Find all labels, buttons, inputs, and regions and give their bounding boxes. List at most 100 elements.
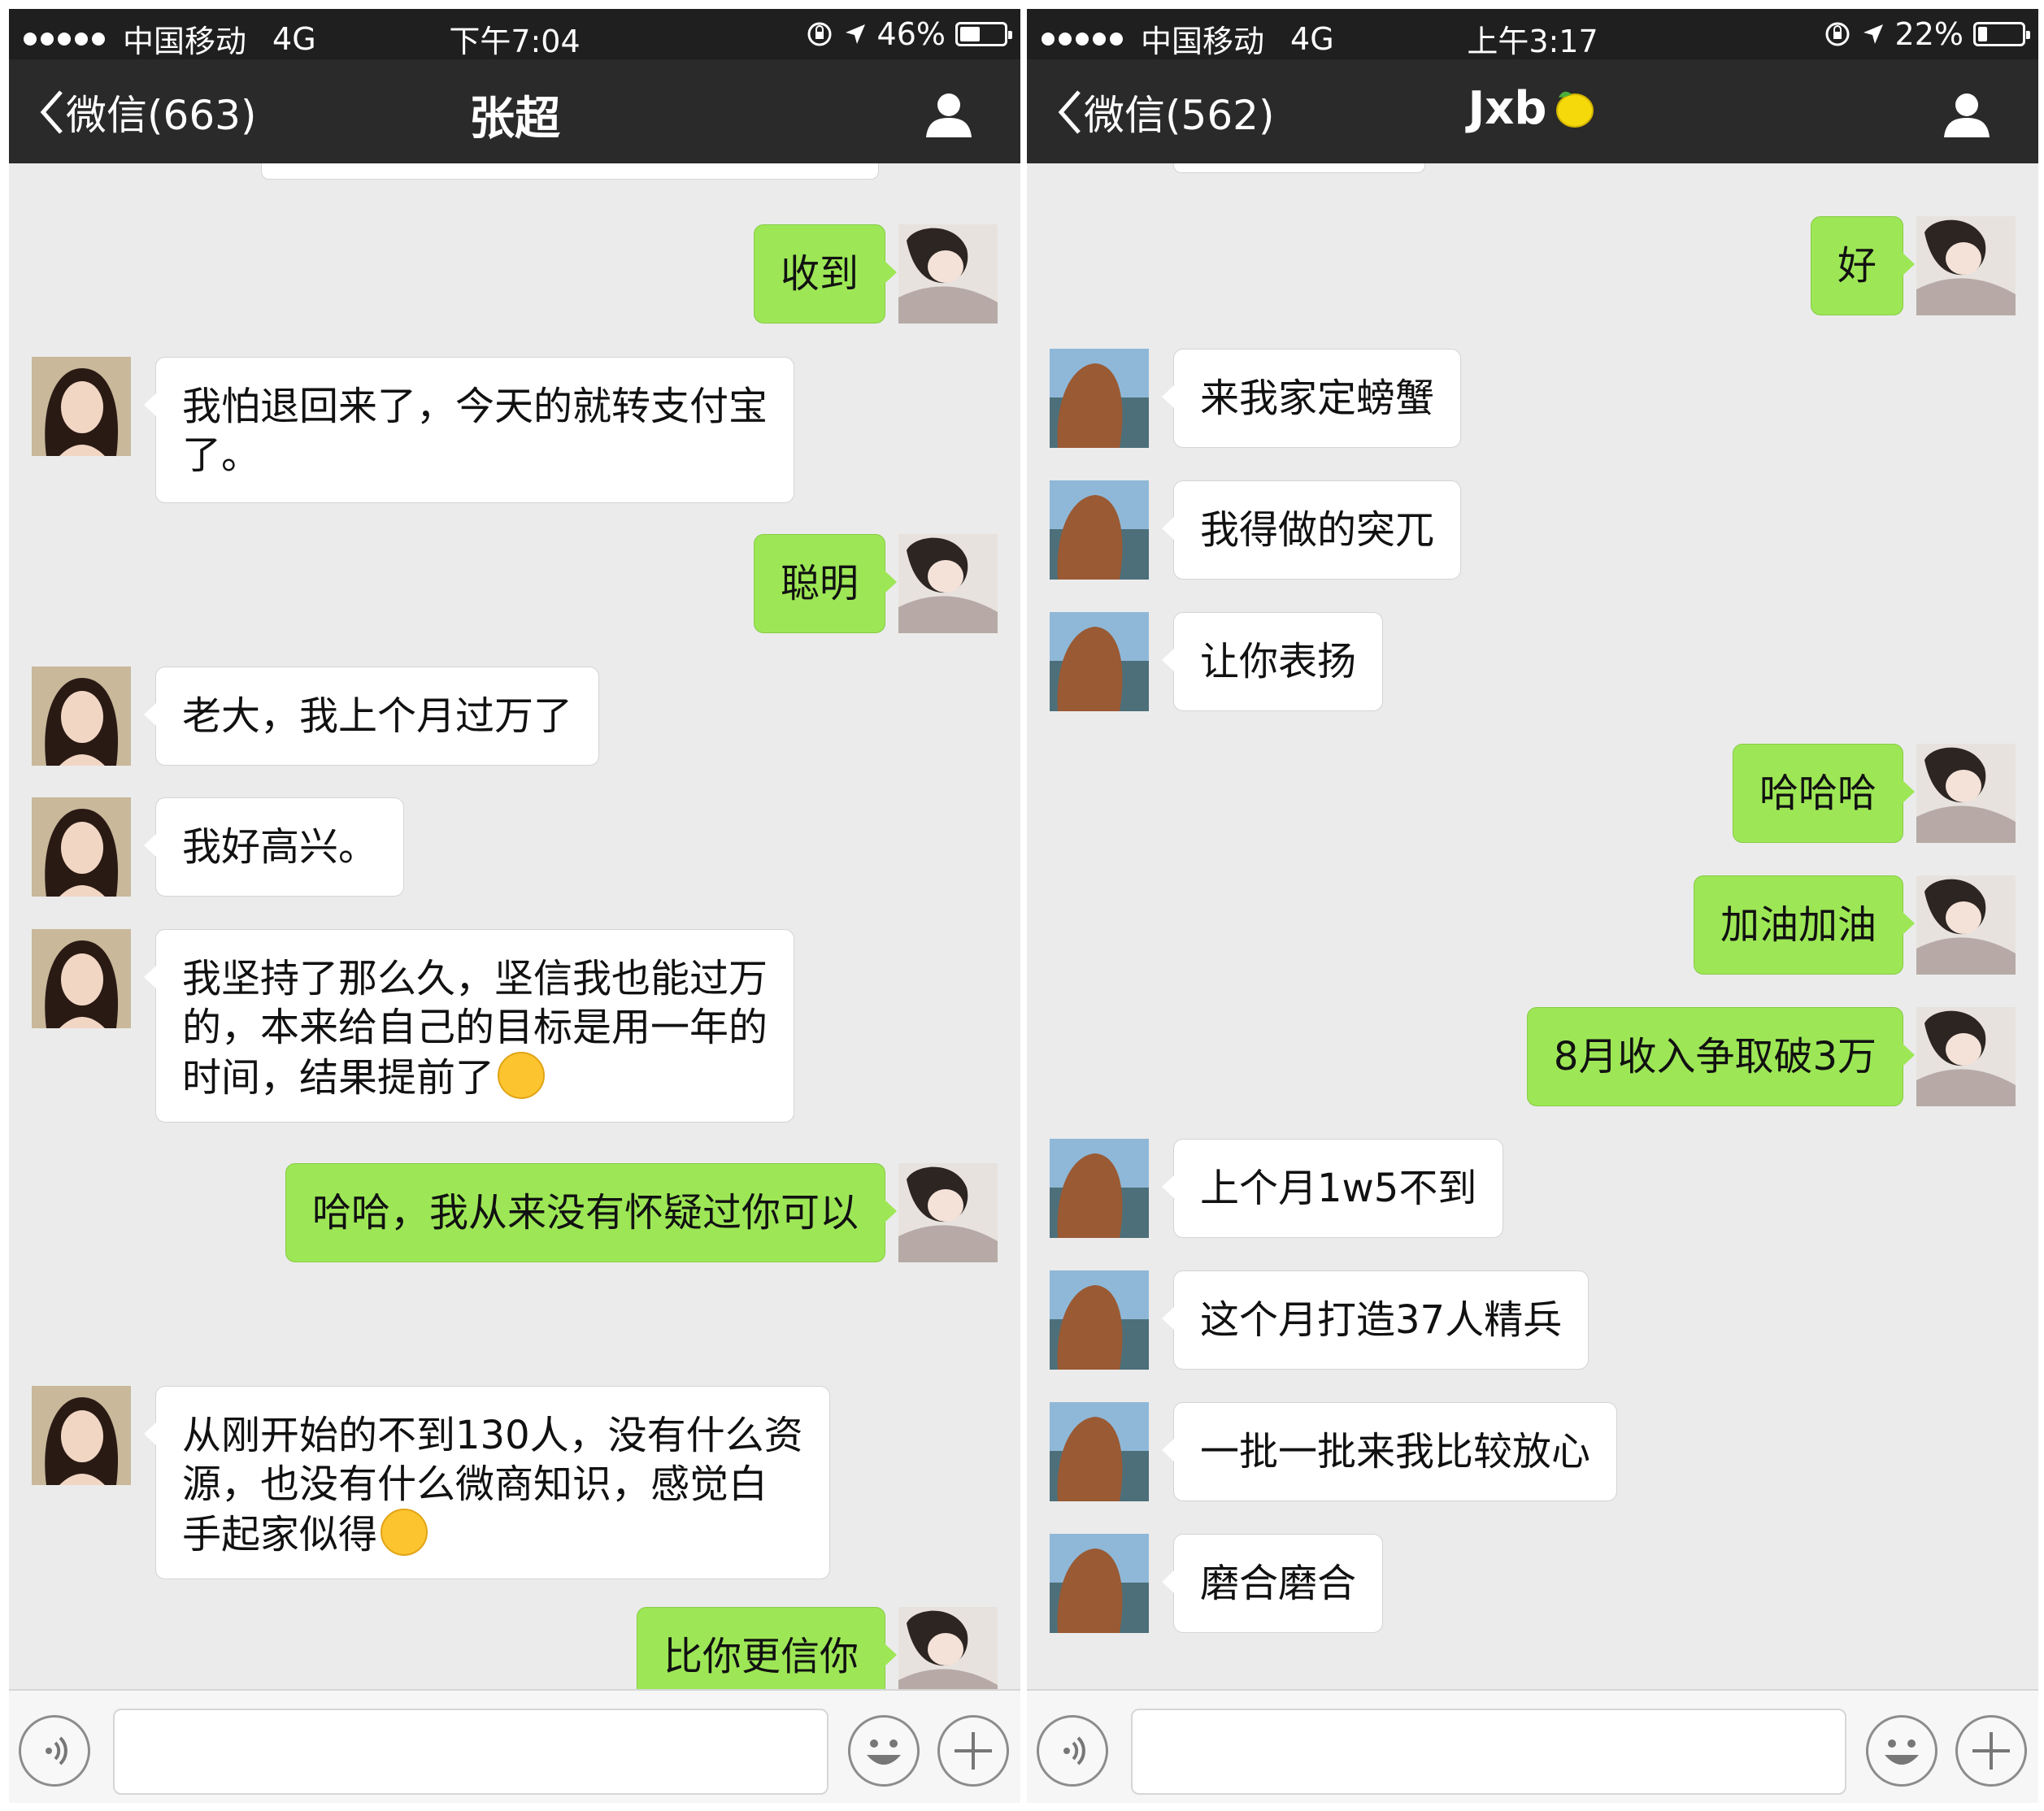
contact-avatar[interactable] (32, 357, 131, 456)
avatar[interactable] (32, 1386, 131, 1485)
avatar[interactable] (32, 797, 131, 897)
message-bubble[interactable]: 聪明 (753, 534, 898, 633)
my-avatar[interactable] (898, 534, 998, 633)
message-bubble[interactable]: 让你表扬 (1161, 612, 1384, 711)
voice-button[interactable] (1037, 1715, 1108, 1787)
message-text: 哈哈哈 (1759, 771, 1877, 816)
avatar[interactable] (1050, 349, 1149, 448)
message-bubble[interactable]: 比你更信你 (636, 1607, 898, 1689)
clock: 下午7:04 (449, 24, 581, 59)
message-input[interactable] (1131, 1709, 1846, 1795)
avatar[interactable] (32, 667, 131, 766)
message-bubble[interactable]: 这个月打造37人精兵 (1161, 1270, 1590, 1370)
message-bubble[interactable]: 我好高兴。 (143, 797, 405, 897)
contact-avatar[interactable] (32, 929, 131, 1028)
right-chat-screen: 中国移动 4G 上午3:17 22% 微信(562) Jxb 好来我家定螃蟹 我得… (1027, 9, 2038, 1803)
message-bubble[interactable]: 哈哈，我从来没有怀疑过你可以 (285, 1163, 898, 1262)
contact-avatar[interactable] (1050, 1270, 1149, 1370)
message-bubble[interactable]: 磨合磨合 (1161, 1534, 1384, 1633)
contact-avatar[interactable] (32, 667, 131, 766)
message-bubble[interactable]: 好 (1810, 216, 1916, 315)
avatar[interactable] (1050, 1402, 1149, 1501)
message-bubble[interactable]: 老大，我上个月过万了 (143, 667, 600, 766)
received-message: 我好高兴。 (9, 797, 1020, 897)
avatar[interactable] (1916, 875, 2016, 975)
message-text: 让你表扬 (1200, 639, 1357, 684)
message-bubble[interactable]: 我坚持了那么久，坚信我也能过万 的，本来给自己的目标是用一年的 时间，结果提前了 (143, 929, 795, 1123)
left-chat-screen: 中国移动 4G 下午7:04 46% 微信(663) 张超 收到 我怕退回来了，今… (9, 9, 1020, 1803)
contact-avatar[interactable] (1050, 1139, 1149, 1238)
my-avatar[interactable] (1916, 744, 2016, 843)
more-button[interactable] (1955, 1715, 2027, 1787)
avatar[interactable] (1916, 744, 2016, 843)
message-bubble[interactable]: 来我家定螃蟹 (1161, 349, 1462, 448)
battery-percent: 22% (1894, 16, 1964, 52)
message-list[interactable]: 收到我怕退回来了，今天的就转支付宝 了。聪明老大，我上个月过万了我好高兴。我坚持了… (9, 163, 1020, 1689)
my-avatar[interactable] (1916, 216, 2016, 315)
message-text: 收到 (780, 251, 859, 297)
my-avatar[interactable] (1916, 1007, 2016, 1106)
contact-avatar[interactable] (32, 797, 131, 897)
contact-avatar[interactable] (32, 1386, 131, 1485)
avatar[interactable] (32, 929, 131, 1028)
contact-avatar[interactable] (1050, 480, 1149, 580)
message-bubble[interactable]: 加油加油 (1693, 875, 1916, 975)
received-message: 从刚开始的不到130人，没有什么资 源，也没有什么微商知识，感觉白 手起家似得 (9, 1386, 1020, 1579)
voice-button[interactable] (19, 1715, 90, 1787)
avatar[interactable] (1916, 1007, 2016, 1106)
avatar[interactable] (898, 534, 998, 633)
chat-title: 张超 (469, 93, 560, 145)
contact-avatar[interactable] (1050, 349, 1149, 448)
message-bubble[interactable]: 我怕退回来了，今天的就转支付宝 了。 (143, 357, 795, 503)
avatar[interactable] (1050, 1139, 1149, 1238)
avatar[interactable] (1050, 612, 1149, 711)
screenshot-composite: 中国移动 4G 下午7:04 46% 微信(663) 张超 收到 我怕退回来了，今… (0, 0, 2044, 1811)
my-avatar[interactable] (898, 224, 998, 324)
message-text: 老大，我上个月过万了 (182, 693, 573, 739)
avatar[interactable] (32, 357, 131, 456)
contact-avatar[interactable] (1050, 1402, 1149, 1501)
message-bubble[interactable]: 上个月1w5不到 (1161, 1139, 1504, 1238)
my-avatar[interactable] (898, 1607, 998, 1689)
message-text: 从刚开始的不到130人，没有什么资 (182, 1413, 803, 1458)
person-icon[interactable] (1941, 90, 1993, 139)
contact-avatar[interactable] (1050, 612, 1149, 711)
message-input[interactable] (113, 1709, 828, 1795)
cutoff-message-bubble (261, 163, 879, 180)
my-avatar[interactable] (1916, 875, 2016, 975)
avatar[interactable] (1916, 216, 2016, 315)
avatar[interactable] (1050, 1270, 1149, 1370)
smiley-icon (867, 1739, 901, 1765)
message-text: 我怕退回来了，今天的就转支付宝 (182, 384, 768, 429)
emoji-button[interactable] (848, 1715, 920, 1787)
message-text: 聪明 (780, 561, 859, 606)
message-bubble[interactable]: 哈哈哈 (1732, 744, 1916, 843)
message-text: 的，本来给自己的目标是用一年的 (182, 1005, 768, 1050)
avatar[interactable] (898, 224, 998, 324)
avatar[interactable] (898, 1607, 998, 1689)
received-message: 上个月1w5不到 (1027, 1139, 2038, 1238)
message-text: 来我家定螃蟹 (1200, 376, 1435, 421)
status-bar: 中国移动 4G 下午7:04 46% (9, 9, 1020, 59)
emoji-button[interactable] (1866, 1715, 1937, 1787)
status-bar: 中国移动 4G 上午3:17 22% (1027, 9, 2038, 59)
message-bubble[interactable]: 从刚开始的不到130人，没有什么资 源，也没有什么微商知识，感觉白 手起家似得 (144, 1386, 830, 1579)
avatar[interactable] (1050, 1534, 1149, 1633)
plus-icon (1972, 1732, 2010, 1770)
input-bar (9, 1689, 1020, 1803)
message-list[interactable]: 好来我家定螃蟹我得做的突兀让你表扬哈哈哈加油加油 8月收入争取破3万 上个月1w5不… (1027, 163, 2038, 1689)
clock: 上午3:17 (1467, 24, 1598, 59)
received-message: 一批一批来我比较放心 (1027, 1402, 2038, 1501)
more-button[interactable] (937, 1715, 1009, 1787)
voice-icon (1063, 1736, 1085, 1765)
my-avatar[interactable] (898, 1163, 998, 1262)
avatar[interactable] (898, 1163, 998, 1262)
avatar[interactable] (1050, 480, 1149, 580)
message-bubble[interactable]: 收到 (753, 224, 898, 324)
message-text: 了。 (182, 432, 261, 478)
message-bubble[interactable]: 一批一批来我比较放心 (1161, 1402, 1618, 1501)
message-bubble[interactable]: 8月收入争取破3万 (1526, 1007, 1916, 1106)
contact-avatar[interactable] (1050, 1534, 1149, 1633)
person-icon[interactable] (923, 90, 975, 139)
message-bubble[interactable]: 我得做的突兀 (1161, 480, 1462, 580)
